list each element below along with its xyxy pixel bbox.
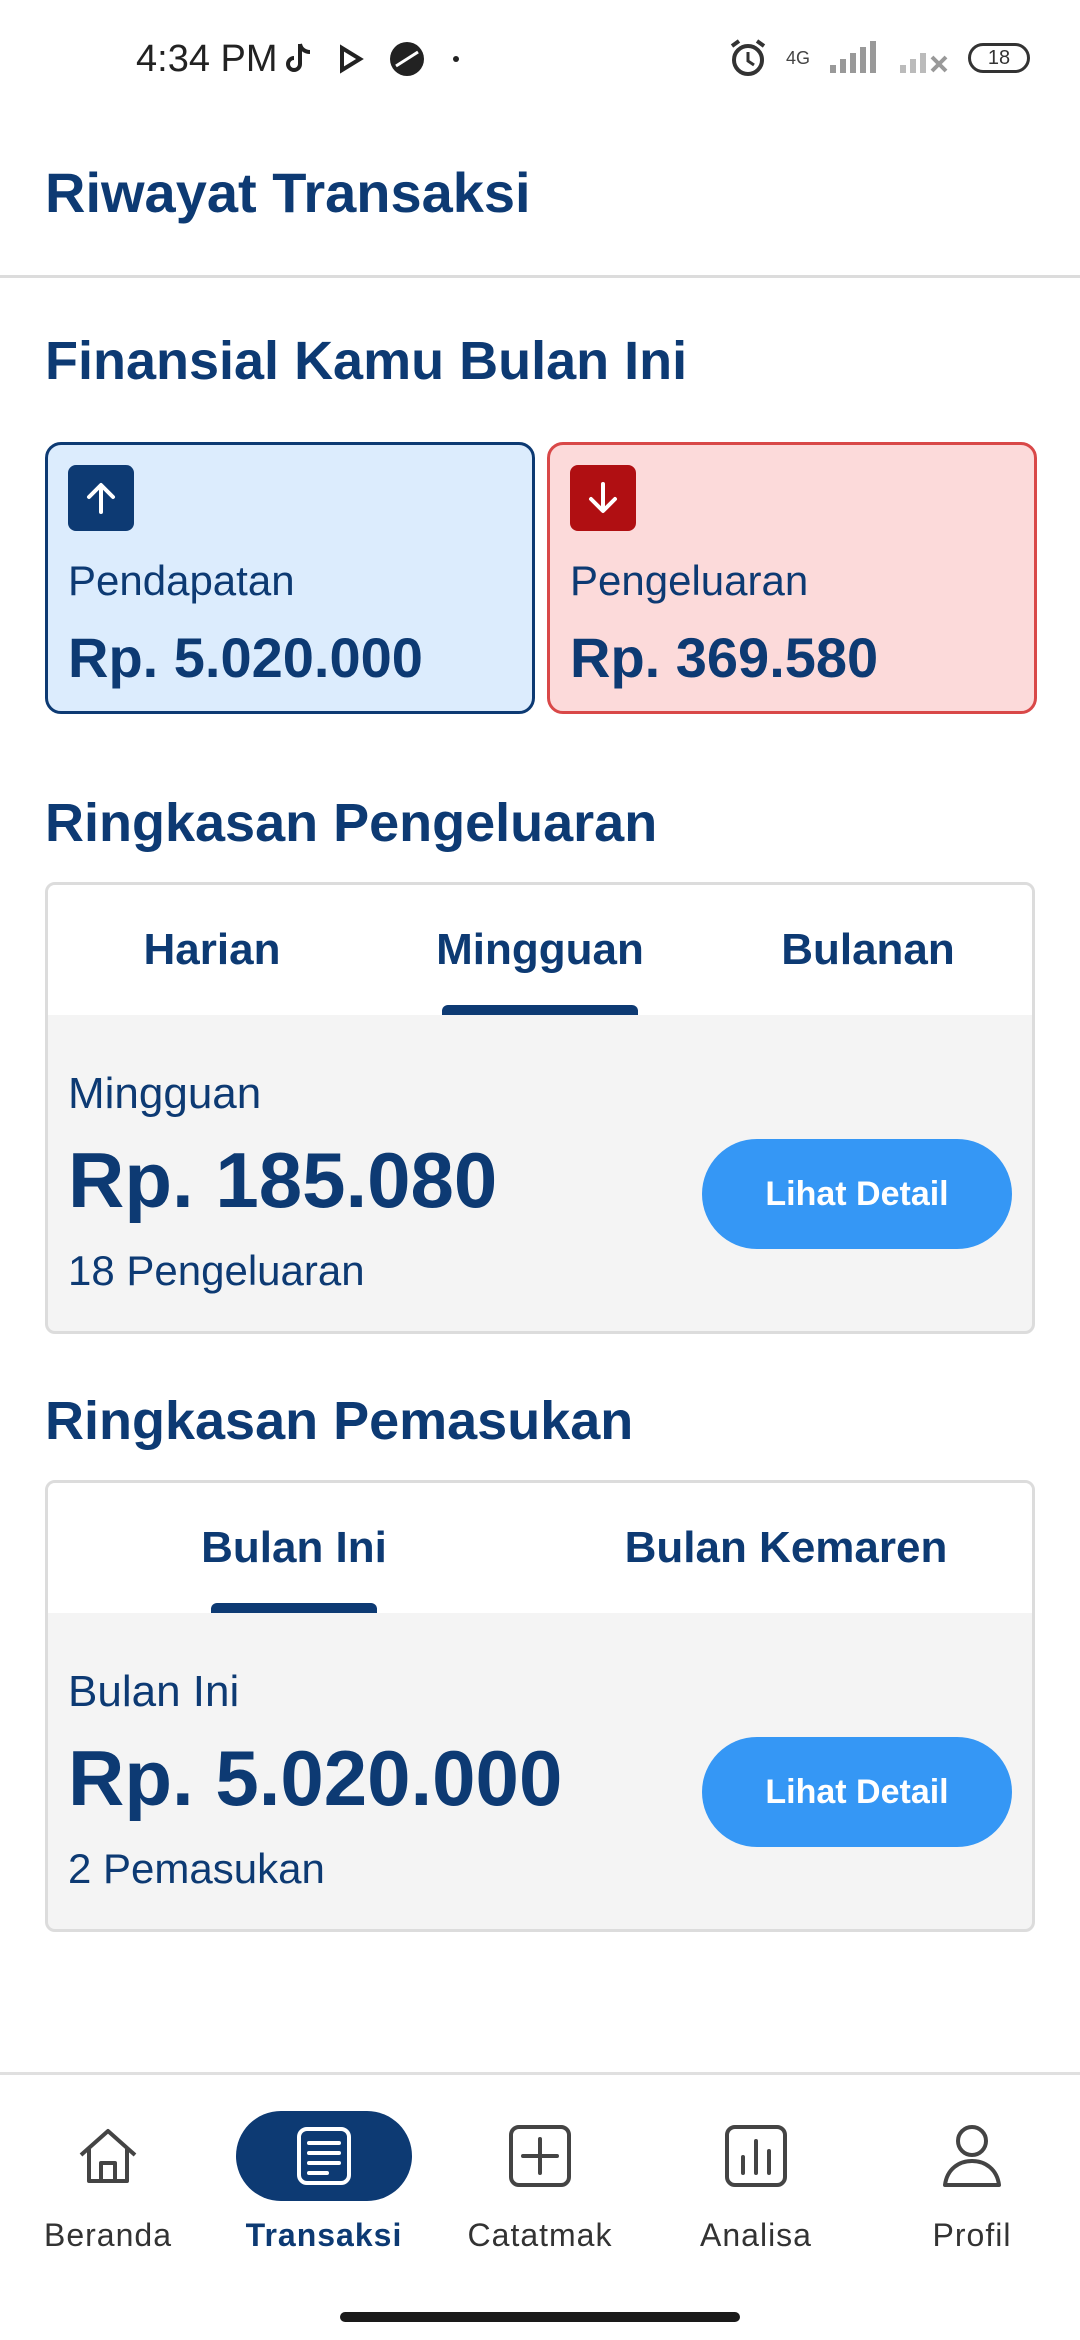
nav-transaksi[interactable]: Transaksi bbox=[216, 2075, 432, 2295]
user-icon bbox=[884, 2111, 1060, 2201]
expense-amount: Rp. 369.580 bbox=[570, 626, 879, 689]
status-system-icons: 4G 18 bbox=[728, 38, 1030, 78]
battery-icon: 18 bbox=[968, 43, 1030, 73]
signal-off-icon bbox=[900, 53, 948, 73]
play-icon bbox=[340, 44, 364, 74]
status-time: 4:34 PM bbox=[136, 38, 278, 80]
expense-count: 18 Pengeluaran bbox=[68, 1247, 365, 1294]
status-bar: 4:34 PM 4G 18 bbox=[0, 0, 1080, 120]
home-indicator[interactable] bbox=[340, 2312, 740, 2322]
tiktok-icon bbox=[286, 43, 311, 72]
income-count: 2 Pemasukan bbox=[68, 1845, 325, 1892]
nav-profil-label: Profil bbox=[932, 2217, 1012, 2253]
tab-mingguan[interactable]: Mingguan bbox=[376, 885, 704, 1015]
expense-period-tabs: Harian Mingguan Bulanan bbox=[48, 885, 1032, 1015]
dot-icon bbox=[453, 56, 459, 62]
arrow-down-icon bbox=[570, 465, 636, 531]
nav-catatmak-label: Catatmak bbox=[467, 2217, 613, 2253]
alarm-icon bbox=[730, 39, 766, 76]
tab-harian[interactable]: Harian bbox=[48, 885, 376, 1015]
status-notification-icons bbox=[284, 40, 462, 78]
tab-bulan-ini[interactable]: Bulan Ini bbox=[48, 1483, 540, 1613]
chart-icon bbox=[668, 2111, 844, 2201]
income-amount: Rp. 5.020.000 bbox=[68, 626, 423, 689]
nav-profil[interactable]: Profil bbox=[864, 2075, 1080, 2295]
income-label: Pendapatan bbox=[68, 557, 295, 604]
tab-bulan-kemaren-label: Bulan Kemaren bbox=[624, 1523, 948, 1572]
income-period-tabs: Bulan Ini Bulan Kemaren bbox=[48, 1483, 1032, 1613]
tab-bulan-ini-label: Bulan Ini bbox=[201, 1523, 387, 1572]
income-detail-button[interactable]: Lihat Detail bbox=[702, 1737, 1012, 1847]
signal-icon bbox=[830, 41, 876, 73]
income-summary-panel: Bulan Ini Bulan Kemaren Bulan Ini Rp. 5.… bbox=[45, 1480, 1035, 1932]
nav-beranda[interactable]: Beranda bbox=[0, 2075, 216, 2295]
expense-period-label: Mingguan bbox=[68, 1069, 262, 1118]
nav-analisa-label: Analisa bbox=[700, 2217, 812, 2253]
document-icon bbox=[236, 2111, 412, 2201]
active-tab-indicator bbox=[211, 1603, 377, 1613]
tab-bulan-kemaren[interactable]: Bulan Kemaren bbox=[540, 1483, 1032, 1613]
expense-summary-panel: Harian Mingguan Bulanan Mingguan Rp. 185… bbox=[45, 882, 1035, 1334]
app-circle-icon bbox=[390, 42, 424, 76]
expense-period-amount: Rp. 185.080 bbox=[68, 1136, 498, 1224]
nav-analisa[interactable]: Analisa bbox=[648, 2075, 864, 2295]
expense-summary-body: Mingguan Rp. 185.080 18 Pengeluaran Liha… bbox=[48, 1015, 1032, 1331]
nav-catatmak[interactable]: Catatmak bbox=[432, 2075, 648, 2295]
income-summary-title: Ringkasan Pemasukan bbox=[45, 1391, 634, 1451]
income-summary-body: Bulan Ini Rp. 5.020.000 2 Pemasukan Liha… bbox=[48, 1613, 1032, 1929]
income-period-amount: Rp. 5.020.000 bbox=[68, 1734, 563, 1822]
tab-bulanan-label: Bulanan bbox=[781, 925, 955, 974]
finance-section-title: Finansial Kamu Bulan Ini bbox=[45, 331, 688, 391]
arrow-up-icon bbox=[68, 465, 134, 531]
tab-bulanan[interactable]: Bulanan bbox=[704, 885, 1032, 1015]
income-card: Pendapatan Rp. 5.020.000 bbox=[45, 442, 535, 714]
expense-label: Pengeluaran bbox=[570, 557, 809, 604]
income-period-label: Bulan Ini bbox=[68, 1667, 240, 1716]
bottom-nav: Beranda Transaksi Catatmak Analisa Profi… bbox=[0, 2072, 1080, 2340]
expense-detail-button[interactable]: Lihat Detail bbox=[702, 1139, 1012, 1249]
tab-harian-label: Harian bbox=[143, 925, 281, 974]
network-type: 4G bbox=[785, 47, 810, 68]
active-tab-indicator bbox=[442, 1005, 638, 1015]
nav-beranda-label: Beranda bbox=[44, 2217, 172, 2253]
tab-mingguan-label: Mingguan bbox=[436, 925, 644, 974]
nav-transaksi-label: Transaksi bbox=[245, 2217, 403, 2253]
add-square-icon bbox=[452, 2111, 628, 2201]
expense-card: Pengeluaran Rp. 369.580 bbox=[547, 442, 1037, 714]
home-icon bbox=[20, 2111, 196, 2201]
expense-summary-title: Ringkasan Pengeluaran bbox=[45, 793, 658, 853]
page-title: Riwayat Transaksi bbox=[45, 161, 531, 224]
app-header: Riwayat Transaksi bbox=[0, 120, 1080, 278]
